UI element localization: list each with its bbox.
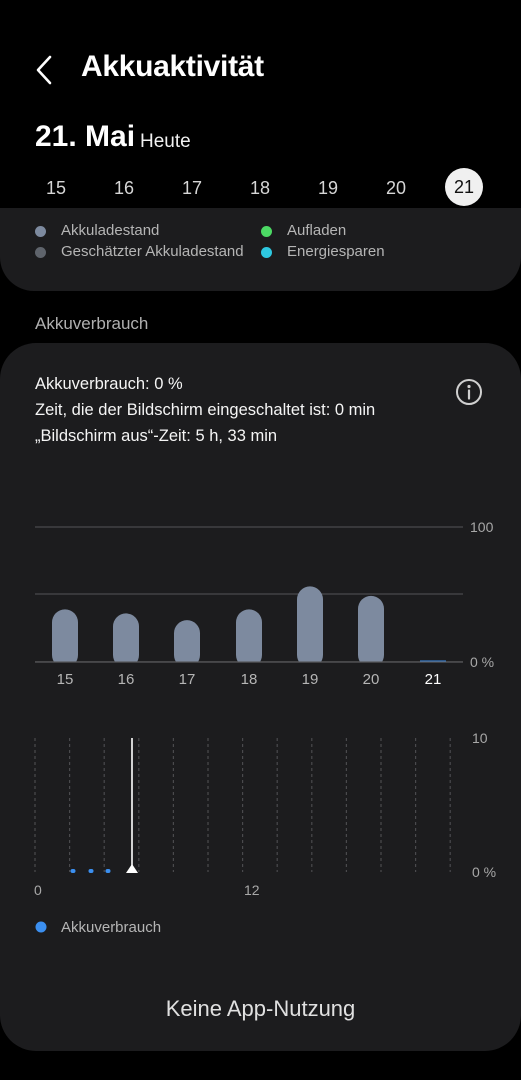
no-app-usage-message: Keine App-Nutzung [165,996,356,1021]
usage-charts: 100 0 % 15 16 17 18 19 20 21 10 0 % 0 12 Akkuv… [34,519,496,936]
daily-xlabel-21: 21 [425,671,442,688]
usage-legend-label: Akkuverbrauch [61,919,161,936]
daily-bar-17 [174,620,200,668]
hour-xtick-0: 0 [34,882,42,898]
daily-xlabel-16: 16 [118,671,135,688]
daily-bar-16 [113,613,139,668]
hour-xtick-12: 12 [244,882,260,898]
daily-xlabel-18: 18 [241,671,258,688]
daily-bar-20 [358,595,384,668]
hour-ytick-bottom: 0 % [472,864,496,880]
daily-xlabel-19: 19 [302,671,319,688]
current-time-marker [126,864,138,873]
usage-legend-dot [35,921,47,933]
hour-bar [70,869,76,873]
hour-bar [105,869,111,873]
daily-xlabel-17: 17 [179,671,196,688]
hour-ytick-top: 10 [472,730,488,746]
bar-base-mask [35,662,463,670]
ytick-top: 100 [470,519,494,535]
daily-xlabel-20: 20 [363,671,380,688]
daily-xlabel-15: 15 [57,671,74,688]
daily-bar-19 [297,586,323,668]
daily-bar-18 [236,609,262,668]
ytick-bottom: 0 % [470,654,494,670]
hour-bar [88,869,94,873]
daily-bar-15 [52,609,78,668]
